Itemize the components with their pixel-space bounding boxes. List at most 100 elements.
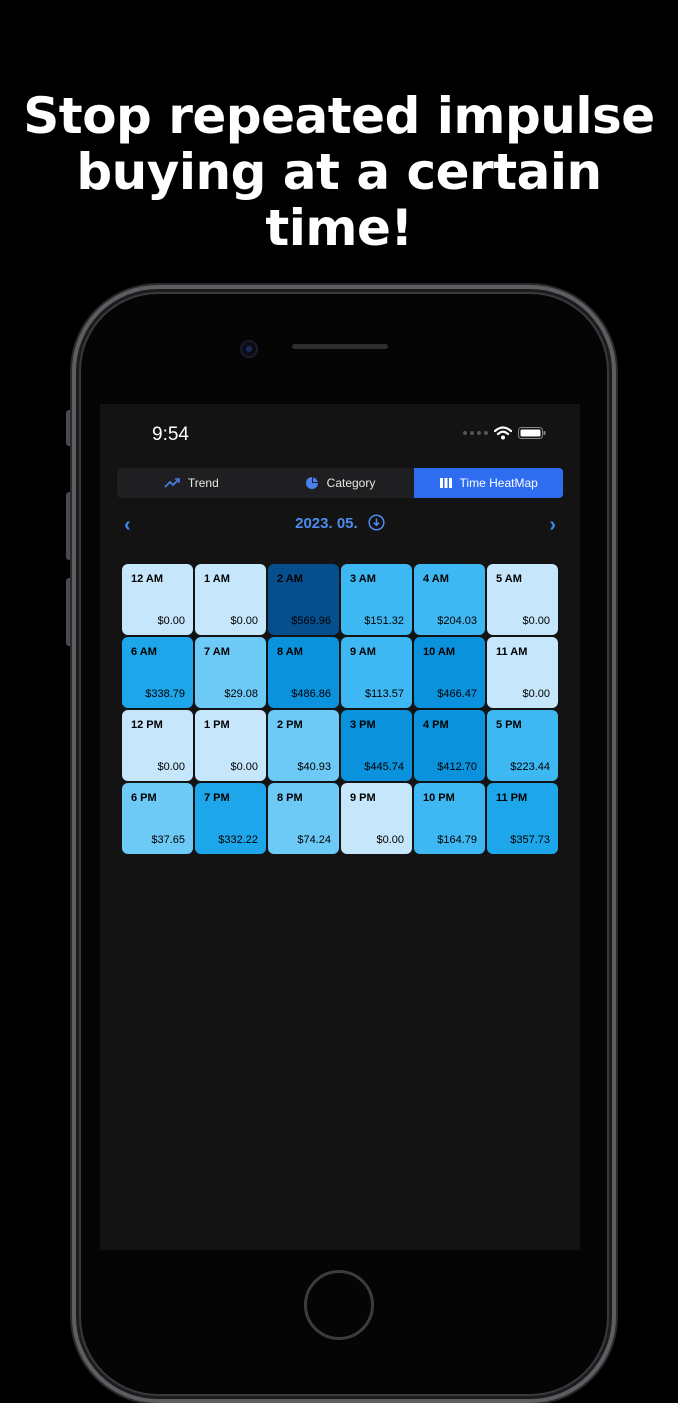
heatmap-cell-amount: $412.70 bbox=[437, 761, 477, 773]
trend-line-icon bbox=[164, 478, 180, 488]
heatmap-cell-amount: $204.03 bbox=[437, 615, 477, 627]
heatmap-cell-amount: $357.73 bbox=[510, 834, 550, 846]
view-tabs: Trend Category Time HeatMap bbox=[117, 468, 563, 498]
heatmap-cell-hour: 9 AM bbox=[350, 646, 376, 658]
heatmap-cell-amount: $0.00 bbox=[522, 615, 550, 627]
month-title[interactable]: 2023. 05. bbox=[100, 514, 580, 532]
heatmap-cell[interactable]: 8 PM $74.24 bbox=[268, 783, 339, 854]
heatmap-cell-hour: 4 PM bbox=[423, 719, 449, 731]
heatmap-cell-hour: 5 AM bbox=[496, 573, 522, 585]
heatmap-cell[interactable]: 1 AM $0.00 bbox=[195, 564, 266, 635]
status-time: 9:54 bbox=[152, 424, 189, 445]
heatmap-cell-hour: 12 AM bbox=[131, 573, 163, 585]
pie-chart-icon bbox=[305, 477, 318, 489]
heatmap-cell-amount: $151.32 bbox=[364, 615, 404, 627]
earpiece-speaker bbox=[292, 344, 388, 349]
heatmap-cell[interactable]: 10 PM $164.79 bbox=[414, 783, 485, 854]
heatmap-cell[interactable]: 12 PM $0.00 bbox=[122, 710, 193, 781]
heatmap-cell[interactable]: 4 PM $412.70 bbox=[414, 710, 485, 781]
heatmap-cell-amount: $466.47 bbox=[437, 688, 477, 700]
heatmap-cell-amount: $0.00 bbox=[157, 615, 185, 627]
heatmap-cell-hour: 7 AM bbox=[204, 646, 230, 658]
heatmap-cell-hour: 10 PM bbox=[423, 792, 455, 804]
heatmap-cell-hour: 3 AM bbox=[350, 573, 376, 585]
tab-time-heatmap-label: Time HeatMap bbox=[459, 476, 538, 490]
heatmap-cell-hour: 1 AM bbox=[204, 573, 230, 585]
headline-line-1: Stop repeated impulse bbox=[23, 87, 655, 145]
heatmap-cell-hour: 9 PM bbox=[350, 792, 376, 804]
heatmap-cell[interactable]: 2 PM $40.93 bbox=[268, 710, 339, 781]
home-button[interactable] bbox=[304, 1270, 374, 1340]
promo-headline: Stop repeated impulse buying at a certai… bbox=[0, 88, 678, 256]
heatmap-cell[interactable]: 11 PM $357.73 bbox=[487, 783, 558, 854]
heatmap-cell[interactable]: 5 AM $0.00 bbox=[487, 564, 558, 635]
headline-line-2: buying at a certain time! bbox=[76, 143, 602, 257]
heatmap-cell[interactable]: 7 PM $332.22 bbox=[195, 783, 266, 854]
heatmap-cell[interactable]: 9 PM $0.00 bbox=[341, 783, 412, 854]
chevron-right-icon[interactable]: › bbox=[549, 514, 556, 537]
tab-trend[interactable]: Trend bbox=[117, 468, 266, 498]
heatmap-cell-hour: 1 PM bbox=[204, 719, 230, 731]
heatmap-cell-hour: 6 PM bbox=[131, 792, 157, 804]
wifi-icon bbox=[494, 426, 512, 440]
month-label: 2023. 05. bbox=[295, 515, 358, 532]
heatmap-cell[interactable]: 8 AM $486.86 bbox=[268, 637, 339, 708]
heatmap-cell[interactable]: 3 PM $445.74 bbox=[341, 710, 412, 781]
bar-columns-icon bbox=[439, 478, 452, 488]
heatmap-cell[interactable]: 2 AM $569.96 bbox=[268, 564, 339, 635]
heatmap-cell-amount: $223.44 bbox=[510, 761, 550, 773]
tab-category-label: Category bbox=[326, 476, 376, 490]
heatmap-cell[interactable]: 9 AM $113.57 bbox=[341, 637, 412, 708]
heatmap-cell-amount: $0.00 bbox=[522, 688, 550, 700]
heatmap-cell-amount: $569.96 bbox=[291, 615, 331, 627]
heatmap-cell-hour: 2 PM bbox=[277, 719, 303, 731]
heatmap-cell[interactable]: 10 AM $466.47 bbox=[414, 637, 485, 708]
heatmap-cell-amount: $0.00 bbox=[230, 761, 258, 773]
heatmap-cell-amount: $0.00 bbox=[157, 761, 185, 773]
heatmap-cell-amount: $113.57 bbox=[365, 688, 404, 700]
app-screen: 9:54 Trend Category Time HeatMap ‹ 2023.… bbox=[100, 404, 580, 1250]
heatmap-cell-hour: 4 AM bbox=[423, 573, 449, 585]
heatmap-cell[interactable]: 12 AM $0.00 bbox=[122, 564, 193, 635]
heatmap-cell-hour: 10 AM bbox=[423, 646, 455, 658]
heatmap-cell[interactable]: 4 AM $204.03 bbox=[414, 564, 485, 635]
month-navigator: ‹ 2023. 05. › bbox=[100, 512, 580, 538]
heatmap-cell-hour: 11 PM bbox=[496, 792, 528, 804]
heatmap-cell-amount: $338.79 bbox=[145, 688, 185, 700]
heatmap-cell[interactable]: 7 AM $29.08 bbox=[195, 637, 266, 708]
heatmap-cell-amount: $0.00 bbox=[376, 834, 404, 846]
heatmap-cell-hour: 3 PM bbox=[350, 719, 376, 731]
signal-dots-icon bbox=[463, 431, 488, 435]
heatmap-cell-amount: $332.22 bbox=[218, 834, 258, 846]
heatmap-cell-hour: 8 AM bbox=[277, 646, 303, 658]
heatmap-cell-amount: $29.08 bbox=[224, 688, 258, 700]
heatmap-cell-amount: $164.79 bbox=[437, 834, 477, 846]
heatmap-cell-hour: 2 AM bbox=[277, 573, 303, 585]
heatmap-cell-amount: $445.74 bbox=[364, 761, 404, 773]
heatmap-cell[interactable]: 5 PM $223.44 bbox=[487, 710, 558, 781]
heatmap-cell-hour: 8 PM bbox=[277, 792, 303, 804]
heatmap-cell-amount: $37.65 bbox=[151, 834, 185, 846]
tab-time-heatmap[interactable]: Time HeatMap bbox=[414, 468, 563, 498]
heatmap-cell[interactable]: 6 AM $338.79 bbox=[122, 637, 193, 708]
heatmap-cell-hour: 7 PM bbox=[204, 792, 230, 804]
time-heatmap-grid: 12 AM $0.00 1 AM $0.00 2 AM $569.96 3 AM $151.3… bbox=[122, 564, 558, 854]
heatmap-cell-hour: 12 PM bbox=[131, 719, 163, 731]
heatmap-cell-amount: $0.00 bbox=[230, 615, 258, 627]
tab-category[interactable]: Category bbox=[266, 468, 415, 498]
download-circle-icon[interactable] bbox=[368, 514, 385, 531]
tab-trend-label: Trend bbox=[187, 476, 219, 490]
heatmap-cell-hour: 11 AM bbox=[496, 646, 528, 658]
heatmap-cell-hour: 5 PM bbox=[496, 719, 522, 731]
heatmap-cell-amount: $486.86 bbox=[291, 688, 331, 700]
heatmap-cell-amount: $40.93 bbox=[297, 761, 331, 773]
heatmap-cell[interactable]: 11 AM $0.00 bbox=[487, 637, 558, 708]
heatmap-cell[interactable]: 3 AM $151.32 bbox=[341, 564, 412, 635]
front-camera bbox=[240, 340, 258, 358]
heatmap-cell-hour: 6 AM bbox=[131, 646, 157, 658]
heatmap-cell[interactable]: 6 PM $37.65 bbox=[122, 783, 193, 854]
battery-icon bbox=[518, 427, 546, 439]
status-icons bbox=[463, 426, 546, 440]
heatmap-cell-amount: $74.24 bbox=[297, 834, 331, 846]
heatmap-cell[interactable]: 1 PM $0.00 bbox=[195, 710, 266, 781]
